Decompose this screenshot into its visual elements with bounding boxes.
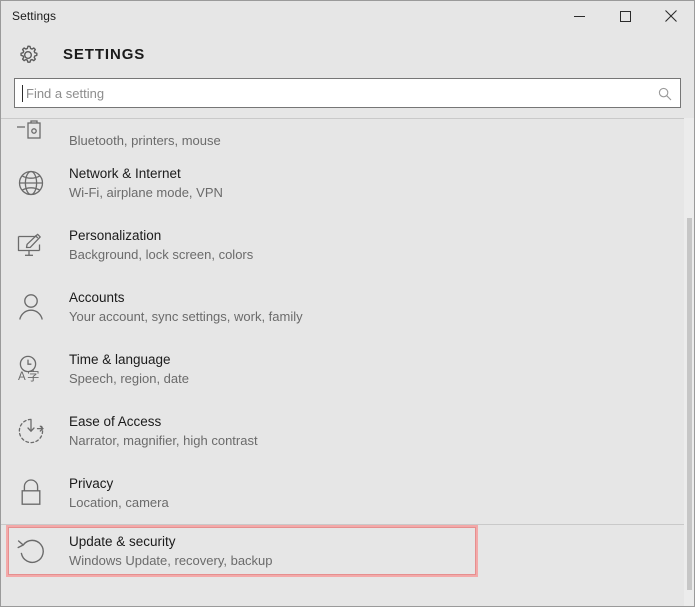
settings-item-text: Update & security Windows Update, recove… [69,533,273,570]
settings-item-subtitle: Speech, region, date [69,370,189,388]
personalization-icon [15,229,55,261]
scrollbar-thumb[interactable] [687,218,692,590]
settings-item-text: Network & Internet Wi-Fi, airplane mode,… [69,165,223,202]
settings-window: Settings [0,0,695,607]
minimize-button[interactable] [556,1,602,31]
devices-icon [15,118,55,150]
settings-item-title: Ease of Access [69,413,258,431]
settings-item-title: Personalization [69,227,253,245]
close-icon [665,10,677,22]
settings-item-privacy[interactable]: Privacy Location, camera [1,462,694,524]
svg-text:字: 字 [27,369,40,384]
settings-item-subtitle: Your account, sync settings, work, famil… [69,308,303,326]
settings-item-text: Bluetooth, printers, mouse [69,131,221,150]
maximize-button[interactable] [602,1,648,31]
vertical-scrollbar[interactable] [684,118,694,607]
svg-text:A: A [18,371,26,383]
ease-of-access-icon [15,415,55,447]
window-title: Settings [1,9,56,23]
gear-icon [14,41,42,69]
settings-list-region: Bluetooth, printers, mouse [1,118,694,607]
person-icon [15,291,55,323]
settings-item-subtitle: Windows Update, recovery, backup [69,552,273,570]
search-box[interactable] [14,78,681,108]
search-input[interactable] [15,80,680,106]
settings-item-update-security[interactable]: Update & security Windows Update, recove… [1,525,694,577]
settings-item-subtitle: Background, lock screen, colors [69,246,253,264]
settings-item-subtitle: Wi-Fi, airplane mode, VPN [69,184,223,202]
window-controls [556,1,694,31]
settings-item-subtitle: Bluetooth, printers, mouse [69,132,221,150]
settings-item-text: Privacy Location, camera [69,475,169,512]
update-security-icon [15,535,55,567]
settings-item-ease-of-access[interactable]: Ease of Access Narrator, magnifier, high… [1,400,694,462]
maximize-icon [620,11,631,22]
minimize-icon [574,11,585,22]
settings-item-title: Privacy [69,475,169,493]
settings-item-title: Accounts [69,289,303,307]
settings-item-personalization[interactable]: Personalization Background, lock screen,… [1,214,694,276]
settings-item-subtitle: Location, camera [69,494,169,512]
settings-item-text: Time & language Speech, region, date [69,351,189,388]
lock-icon [15,477,55,509]
settings-item-title: Update & security [69,533,273,551]
globe-icon [15,167,55,199]
time-language-icon: A 字 [15,353,55,385]
settings-header: SETTINGS [1,31,694,78]
settings-item-update-security-wrap: Update & security Windows Update, recove… [1,525,694,577]
settings-item-devices[interactable]: Bluetooth, printers, mouse [1,118,694,152]
settings-item-text: Accounts Your account, sync settings, wo… [69,289,303,326]
settings-item-text: Ease of Access Narrator, magnifier, high… [69,413,258,450]
settings-item-subtitle: Narrator, magnifier, high contrast [69,432,258,450]
settings-item-time-language[interactable]: A 字 Time & language Speech, region, date [1,338,694,400]
settings-item-network-internet[interactable]: Network & Internet Wi-Fi, airplane mode,… [1,152,694,214]
titlebar[interactable]: Settings [1,1,694,31]
search-area [14,78,681,108]
page-title: SETTINGS [63,46,145,63]
settings-item-title: Time & language [69,351,189,369]
close-button[interactable] [648,1,694,31]
settings-item-text: Personalization Background, lock screen,… [69,227,253,264]
settings-item-title: Network & Internet [69,165,223,183]
text-caret [22,85,23,102]
settings-list: Bluetooth, printers, mouse [1,118,694,577]
settings-item-accounts[interactable]: Accounts Your account, sync settings, wo… [1,276,694,338]
